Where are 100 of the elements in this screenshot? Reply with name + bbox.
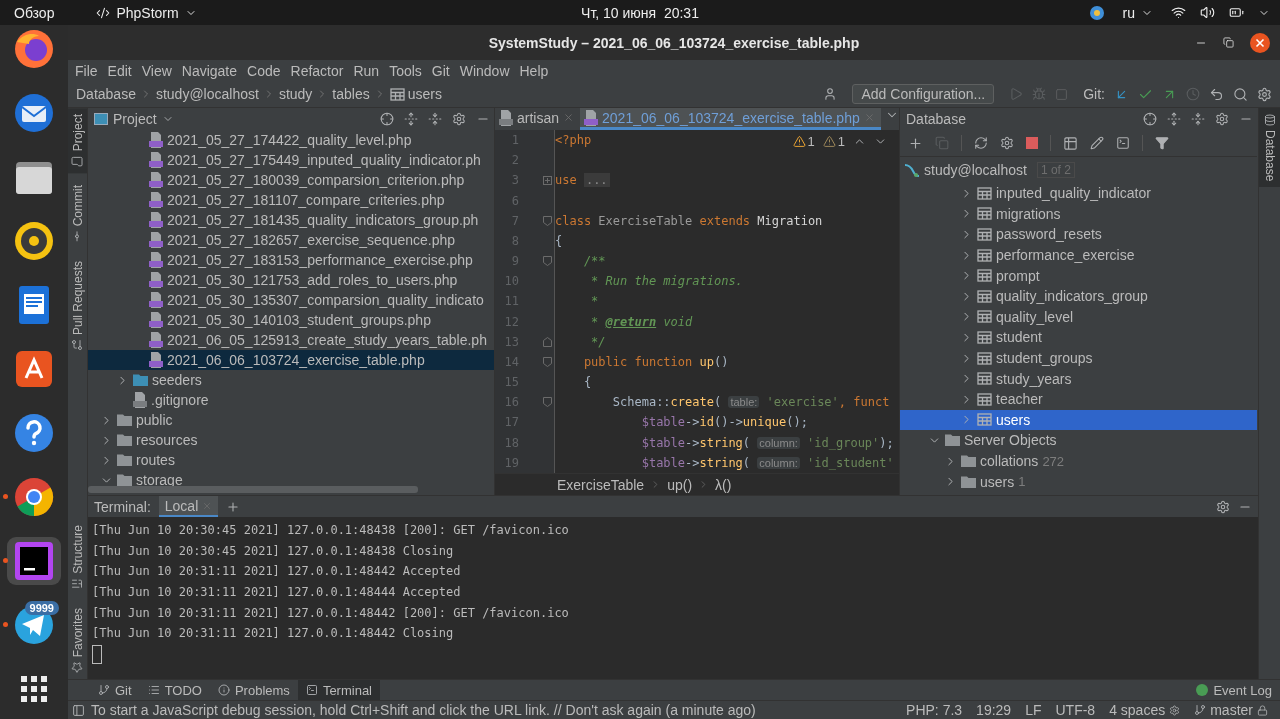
- tree-item[interactable]: collations 272: [900, 450, 1257, 472]
- list-icon[interactable]: [147, 684, 160, 696]
- tool-window-tab[interactable]: Terminal: [297, 680, 380, 700]
- status-item[interactable]: UTF-8: [1051, 702, 1100, 718]
- tree-item[interactable]: users 1: [900, 471, 1257, 492]
- tree-item[interactable]: seeders: [88, 370, 494, 390]
- tree-item[interactable]: storage: [88, 470, 494, 490]
- tree-item[interactable]: Server Objects: [900, 430, 1257, 451]
- help-icon[interactable]: [13, 412, 55, 454]
- fold-marker-icon[interactable]: [543, 256, 552, 267]
- branch-icon[interactable]: [98, 684, 110, 696]
- ide-icon[interactable]: [13, 540, 55, 582]
- menu-item[interactable]: Edit: [102, 62, 137, 79]
- expand-all-icon[interactable]: [1167, 112, 1181, 126]
- expand-all-icon[interactable]: [404, 112, 418, 126]
- branch-icon[interactable]: [1194, 704, 1207, 716]
- undo-icon[interactable]: [1209, 86, 1224, 102]
- restore-icon[interactable]: [1223, 37, 1234, 48]
- search-icon[interactable]: [1233, 86, 1248, 102]
- tree-item[interactable]: 2021_05_30_135307_comparsion_quality_indicato: [88, 290, 494, 310]
- panel-title[interactable]: Project: [94, 111, 370, 127]
- fold-marker-icon[interactable]: [543, 336, 552, 347]
- tree-item[interactable]: 2021_05_27_174422_quality_level.php: [88, 130, 494, 150]
- tree-item[interactable]: quality_indicators_group: [900, 285, 1257, 307]
- breadcrumb[interactable]: λ(): [715, 476, 732, 493]
- warning-icon[interactable]: [822, 135, 836, 148]
- menu-item[interactable]: Git: [426, 62, 455, 79]
- clock[interactable]: Чт, 10 июня 20:31: [581, 4, 699, 21]
- console-icon[interactable]: [1116, 136, 1130, 150]
- table-icon[interactable]: [1063, 135, 1078, 151]
- app-icon[interactable]: [96, 5, 111, 20]
- tool-window-tab[interactable]: Database: [1259, 108, 1280, 188]
- locate-icon[interactable]: [1143, 112, 1157, 126]
- tree-item[interactable]: routes: [88, 450, 494, 470]
- tree-item[interactable]: migrations: [900, 203, 1257, 225]
- settings-icon[interactable]: [452, 112, 466, 126]
- menu-item[interactable]: Refactor: [285, 62, 349, 79]
- properties-icon[interactable]: [1000, 136, 1014, 150]
- editor-tab[interactable]: artisan: [495, 108, 581, 130]
- tree-item[interactable]: quality_level: [900, 306, 1257, 328]
- run-configuration-button[interactable]: Add Configuration...: [852, 84, 995, 104]
- scrollbar[interactable]: [88, 486, 418, 493]
- tree-item[interactable]: 2021_06_06_103724_exercise_table.php: [88, 350, 494, 370]
- inspection-button[interactable]: 1: [792, 134, 815, 149]
- tool-window-tab[interactable]: Favorites: [68, 601, 87, 679]
- tool-window-tab[interactable]: Problems: [209, 680, 298, 700]
- settings-icon[interactable]: [1216, 499, 1230, 514]
- breadcrumb[interactable]: up(): [667, 476, 693, 493]
- activities-button[interactable]: Обзор: [10, 4, 59, 21]
- database-icon[interactable]: [1263, 114, 1276, 126]
- collapse-all-icon[interactable]: [1191, 112, 1205, 126]
- battery-icon[interactable]: [1229, 5, 1244, 20]
- breadcrumb[interactable]: Database: [74, 86, 138, 102]
- tree-item[interactable]: users: [900, 409, 1257, 431]
- language-menu[interactable]: ru: [1118, 4, 1157, 21]
- tree-item[interactable]: resources: [88, 430, 494, 450]
- tree-item[interactable]: password_resets: [900, 224, 1257, 245]
- inspection-button[interactable]: 1: [822, 134, 845, 149]
- edit-icon[interactable]: [1090, 136, 1104, 150]
- tree-item[interactable]: 2021_05_27_180039_comparsion_criterion.php: [88, 170, 494, 190]
- browser-icon[interactable]: [13, 28, 55, 70]
- info-icon[interactable]: [217, 684, 230, 696]
- session-tab[interactable]: Local: [158, 496, 219, 517]
- tree-item[interactable]: 2021_06_05_125913_create_study_years_table.ph: [88, 330, 494, 350]
- volume-icon[interactable]: [1200, 5, 1215, 20]
- menu-item[interactable]: File: [70, 62, 103, 79]
- fold-marker-icon[interactable]: [543, 356, 552, 367]
- lock-icon[interactable]: [1257, 704, 1268, 716]
- panel-toggle-icon[interactable]: [72, 703, 85, 717]
- browser-icon[interactable]: [13, 476, 55, 518]
- tree-item[interactable]: teacher: [900, 388, 1257, 410]
- dock-item[interactable]: 9999: [7, 601, 61, 649]
- breadcrumb[interactable]: tables: [330, 86, 372, 102]
- terminal-icon[interactable]: [305, 684, 318, 696]
- tree-item[interactable]: .gitignore: [88, 390, 494, 410]
- breadcrumb[interactable]: users: [387, 86, 444, 102]
- breadcrumb[interactable]: ExerciseTable: [557, 476, 645, 493]
- menu-item[interactable]: Help: [514, 62, 554, 79]
- tree-item[interactable]: performance_exercise: [900, 244, 1257, 266]
- status-item[interactable]: master: [1190, 702, 1272, 718]
- speaker-icon[interactable]: [13, 220, 55, 262]
- folder-icon[interactable]: [71, 155, 84, 168]
- close-icon[interactable]: [1250, 32, 1270, 53]
- plus-icon[interactable]: [226, 499, 241, 514]
- tool-window-tab[interactable]: Project: [68, 108, 87, 174]
- fold-marker-icon[interactable]: [543, 215, 552, 226]
- structure-icon[interactable]: [71, 577, 84, 590]
- breadcrumb[interactable]: study: [276, 86, 315, 102]
- mail-icon[interactable]: [13, 92, 55, 134]
- tree-item[interactable]: 2021_05_27_181107_compare_criteries.php: [88, 190, 494, 210]
- tree-item[interactable]: inputed_quality_indicator: [900, 183, 1257, 204]
- settings-icon[interactable]: [1169, 704, 1181, 716]
- editor-tab[interactable]: 2021_06_06_103724_exercise_table.php: [580, 108, 881, 130]
- settings-icon[interactable]: [1215, 112, 1229, 126]
- star-icon[interactable]: [71, 661, 84, 673]
- status-icon[interactable]: [1088, 4, 1105, 21]
- fold-marker-icon[interactable]: [543, 397, 552, 408]
- bag-icon[interactable]: [13, 348, 55, 390]
- filter-icon[interactable]: [1155, 136, 1169, 150]
- status-item[interactable]: LF: [1021, 702, 1046, 718]
